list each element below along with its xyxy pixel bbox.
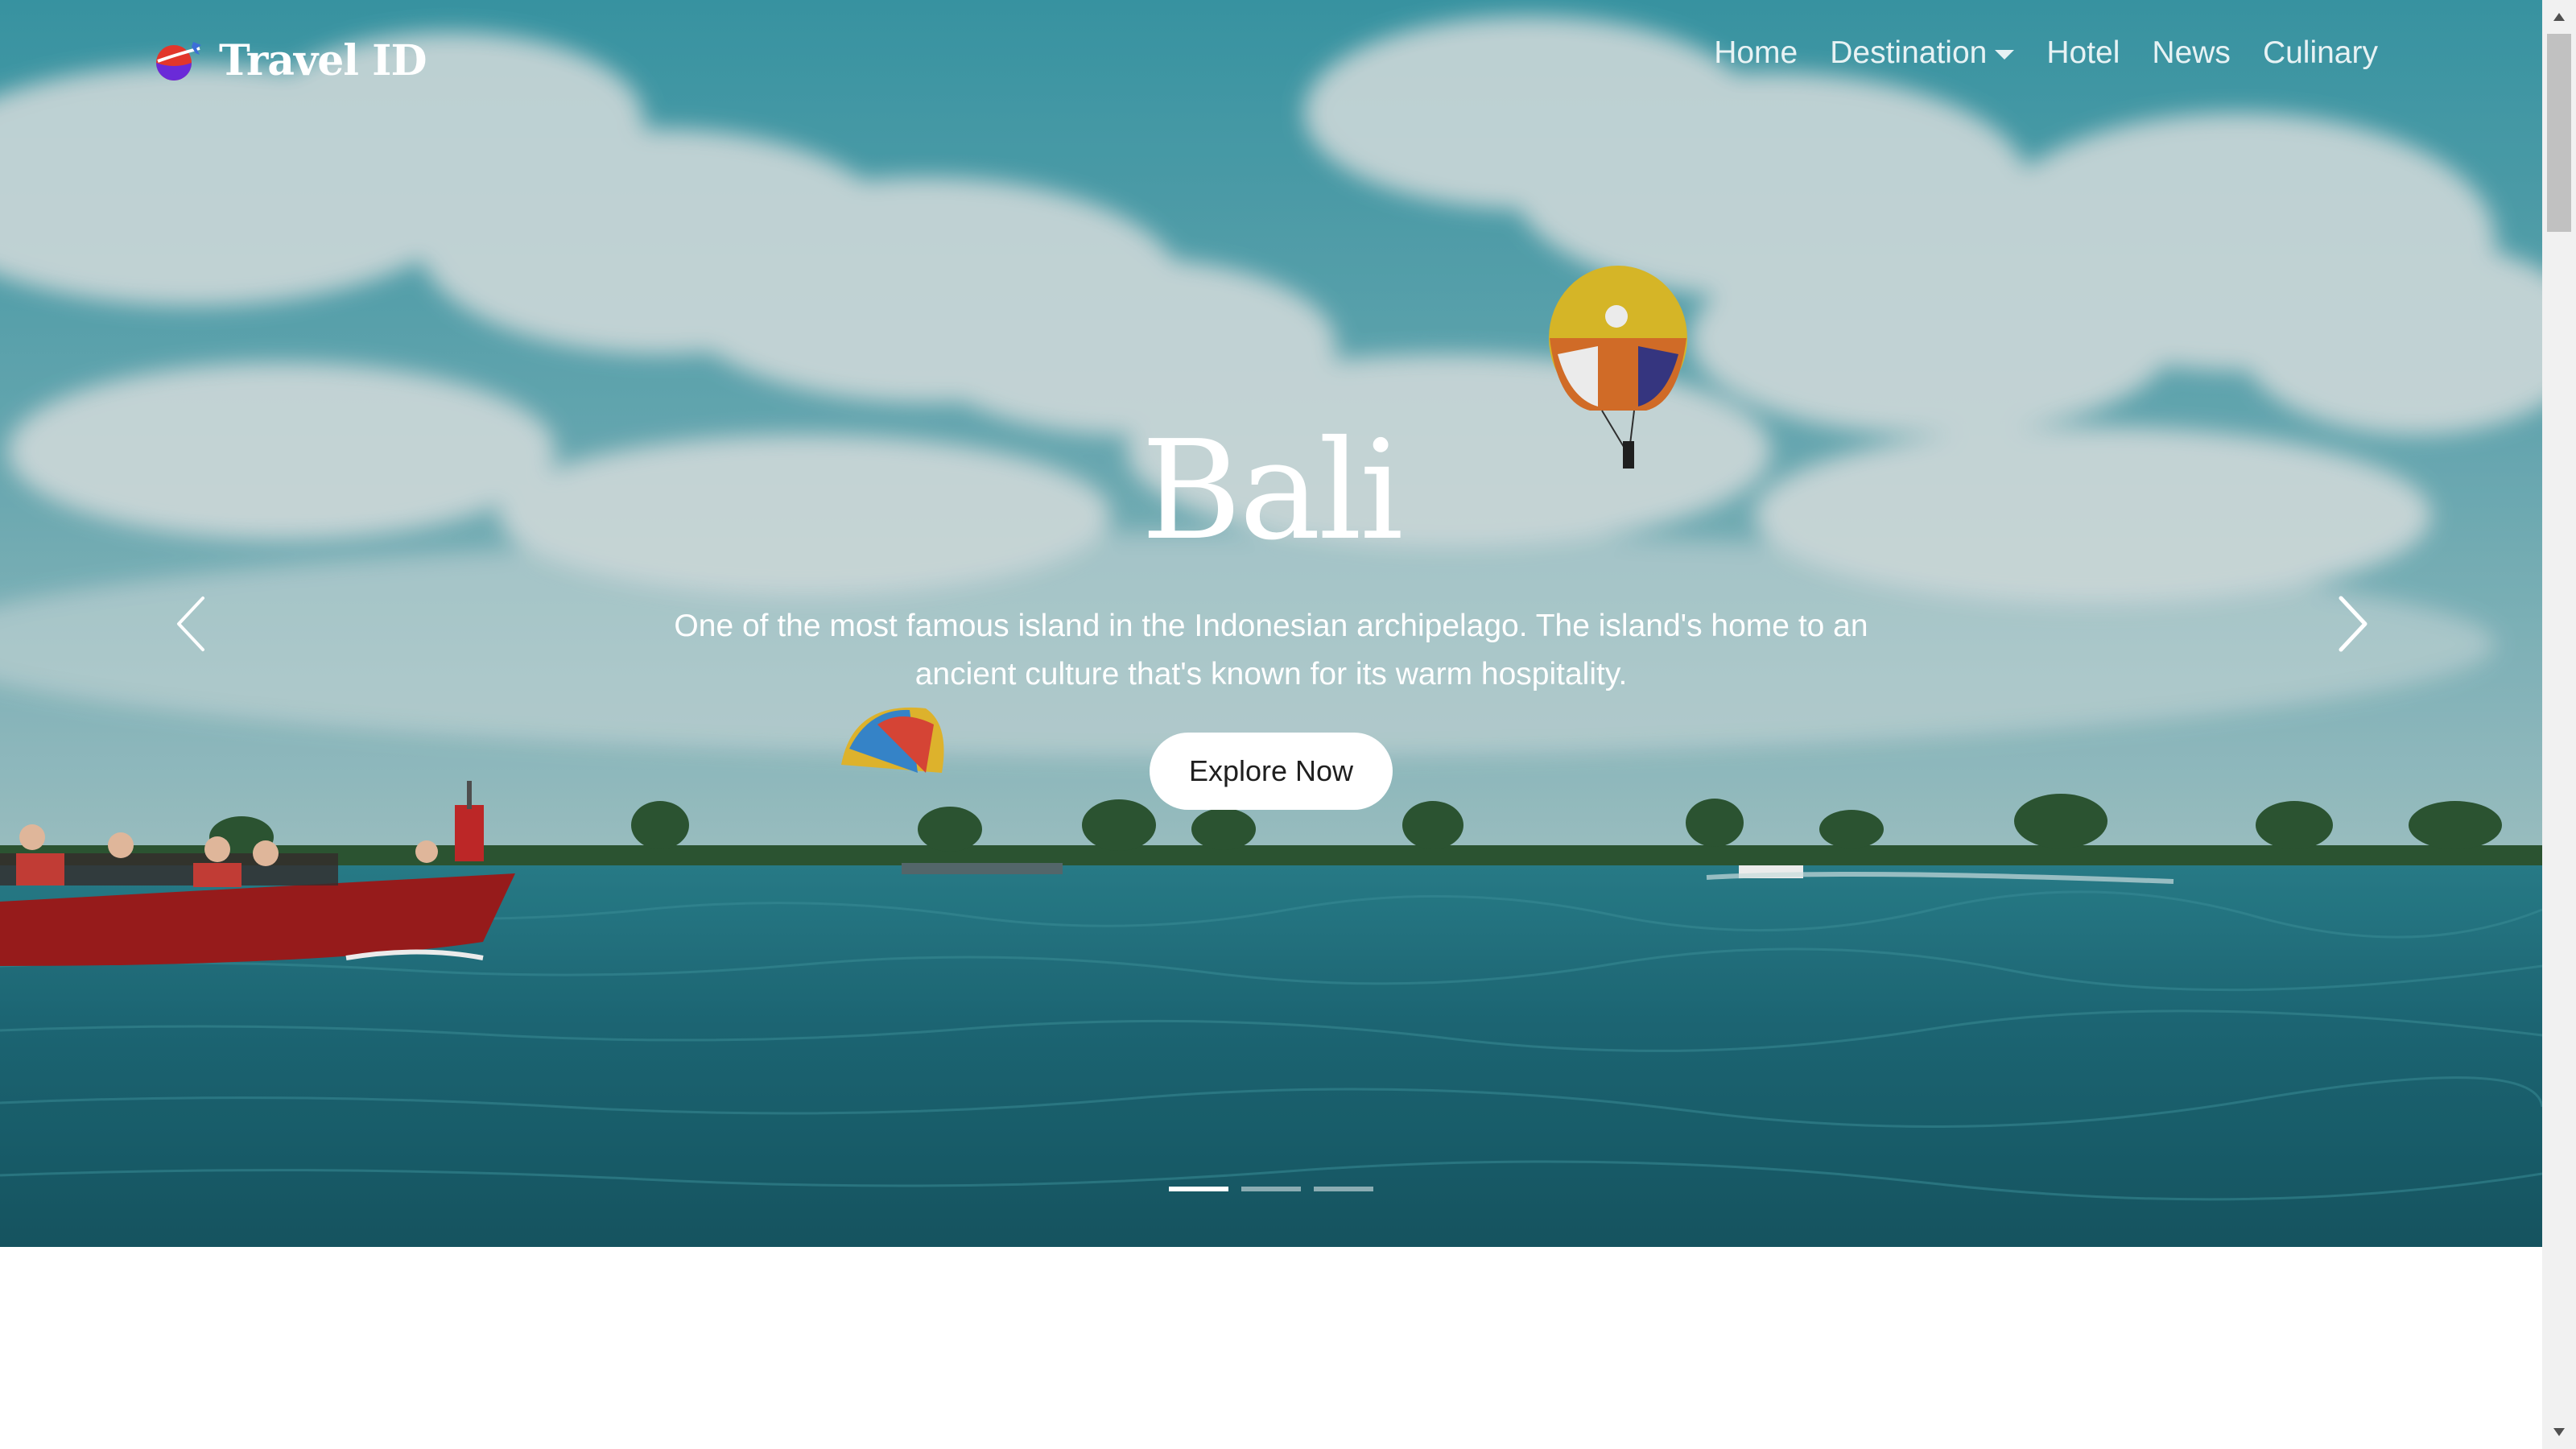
brand-name: Travel ID [219, 35, 427, 85]
nav-destination-label: Destination [1830, 35, 1988, 70]
scroll-down-arrow-icon[interactable] [2542, 1417, 2576, 1449]
destination-title: Bali [1141, 411, 1403, 571]
carousel-indicator-1[interactable] [1169, 1187, 1228, 1191]
destination-description: One of the most famous island in the Ind… [674, 609, 1868, 691]
page: Travel ID Home Destination Hotel News Cu… [0, 0, 2576, 1449]
nav-menu: Home Destination Hotel News Culinary [1714, 35, 2378, 71]
nav-destination-dropdown[interactable]: Destination [1830, 35, 2015, 71]
caret-down-icon [1995, 50, 2015, 60]
nav-culinary[interactable]: Culinary [2263, 35, 2378, 71]
brand-link[interactable]: Travel ID [151, 32, 427, 89]
carousel-indicator-2[interactable] [1241, 1187, 1301, 1191]
scroll-up-arrow-icon[interactable] [2542, 0, 2576, 32]
nav-hotel[interactable]: Hotel [2046, 35, 2120, 71]
nav-home[interactable]: Home [1714, 35, 1798, 71]
carousel-indicators [0, 1187, 2542, 1191]
chevron-left-icon [177, 597, 204, 651]
browser-viewport: Travel ID Home Destination Hotel News Cu… [0, 0, 2542, 1449]
carousel-next-button[interactable] [2328, 592, 2376, 656]
plane-globe-logo-icon [156, 42, 201, 80]
nav-news[interactable]: News [2152, 35, 2231, 71]
explore-now-button[interactable]: Explore Now [1150, 733, 1393, 810]
hero-carousel: Travel ID Home Destination Hotel News Cu… [0, 0, 2542, 1247]
nav-home-label: Home [1714, 35, 1798, 70]
vertical-scrollbar[interactable] [2542, 0, 2576, 1449]
nav-culinary-label: Culinary [2262, 35, 2378, 70]
carousel-indicator-3[interactable] [1314, 1187, 1373, 1191]
chevron-right-icon [2339, 596, 2368, 652]
carousel-prev-button[interactable] [167, 592, 216, 656]
carousel-caption: Bali One of the most famous island in th… [0, 411, 2542, 810]
top-navbar: Travel ID Home Destination Hotel News Cu… [0, 0, 2542, 121]
nav-hotel-label: Hotel [2046, 35, 2120, 70]
nav-news-label: News [2152, 35, 2231, 70]
scrollbar-thumb[interactable] [2547, 34, 2571, 232]
